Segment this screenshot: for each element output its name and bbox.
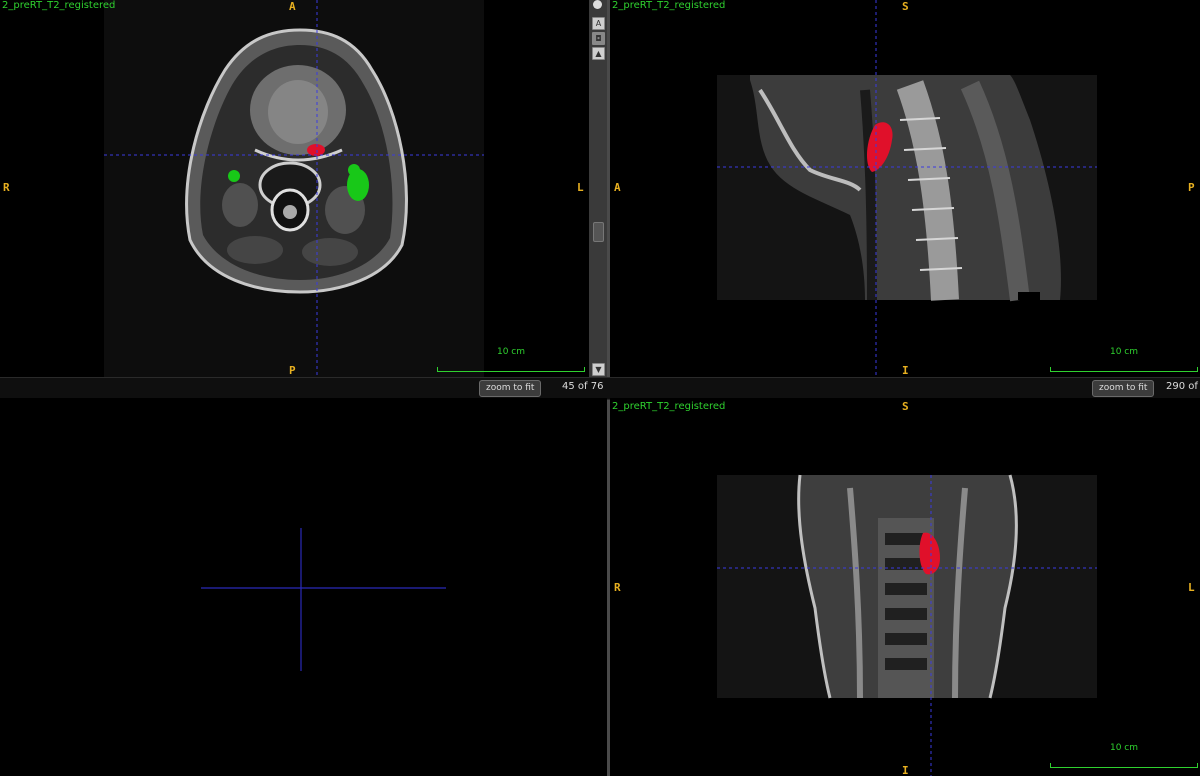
coronal-viewport[interactable]: 2_preRT_T2_registered S I R L 10 cm [610, 398, 1200, 776]
axial-viewport[interactable]: 2_preRT_T2_registered A P R L 10 cm [0, 0, 589, 377]
slice-counter: 45 of 76 [562, 381, 604, 392]
orientation-right: L [577, 181, 584, 194]
camera-icon[interactable]: ◘ [592, 32, 605, 45]
series-label: 2_preRT_T2_registered [612, 401, 726, 412]
slice-counter: 290 of 5 [1166, 381, 1200, 392]
scale-label: 10 cm [1109, 347, 1139, 357]
orientation-top: A [289, 0, 296, 13]
arrow-down-icon[interactable]: ▼ [592, 363, 605, 376]
orientation-bottom: P [289, 364, 296, 377]
orientation-right: L [1188, 581, 1195, 594]
orientation-top: S [902, 0, 909, 13]
orientation-bottom: I [902, 764, 909, 776]
orientation-left: A [614, 181, 621, 194]
orientation-bottom: I [902, 364, 909, 377]
zoom-to-fit-button[interactable]: zoom to fit [479, 380, 542, 397]
letter-badge[interactable]: A [592, 17, 605, 30]
series-label: 2_preRT_T2_registered [2, 0, 116, 11]
scale-label: 10 cm [496, 347, 526, 357]
orientation-top: S [902, 400, 909, 413]
coronal-image [717, 474, 1097, 776]
scale-bar: 10 cm [437, 347, 585, 372]
scroll-thumb[interactable] [593, 222, 604, 242]
arrow-up-icon[interactable]: ▲ [592, 47, 605, 60]
zoom-to-fit-button[interactable]: zoom to fit [1092, 380, 1155, 397]
orientation-left: R [3, 181, 10, 194]
scale-bar: 10 cm [1050, 347, 1198, 372]
axial-image [104, 0, 484, 377]
sagittal-image [717, 0, 1097, 377]
scale-label: 10 cm [1109, 743, 1139, 753]
settings-icon[interactable] [593, 0, 602, 9]
sagittal-viewport[interactable]: 2_preRT_T2_registered S I A P 10 cm [610, 0, 1200, 377]
3d-viewport[interactable] [0, 398, 607, 776]
orientation-left: R [614, 581, 621, 594]
3d-crosshair [201, 528, 446, 671]
series-label: 2_preRT_T2_registered [612, 0, 726, 11]
scale-bar: 10 cm [1050, 743, 1198, 768]
status-bar: zoom to fit 45 of 76 zoom to fit 290 of … [0, 377, 1200, 400]
slice-scrollbar[interactable]: A ◘ ▲ ▼ [589, 0, 607, 377]
orientation-right: P [1188, 181, 1195, 194]
